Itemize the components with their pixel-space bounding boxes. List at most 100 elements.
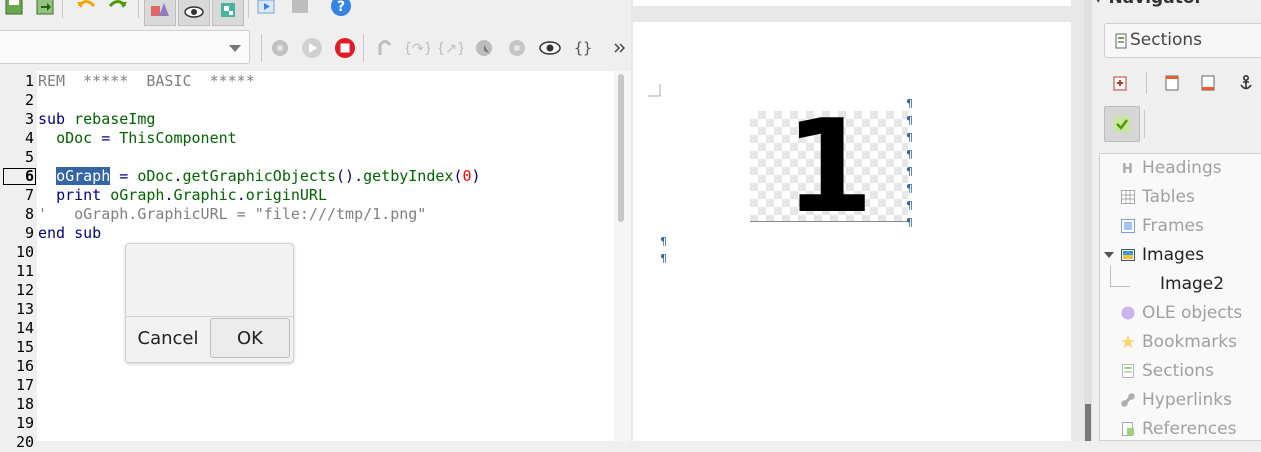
footer-icon[interactable] bbox=[1196, 71, 1220, 95]
step-out-icon[interactable]: {↗} bbox=[439, 36, 463, 60]
keyword: print bbox=[56, 186, 102, 204]
line-number: 13 bbox=[15, 300, 34, 318]
code-line-6[interactable]: oGraph = oDoc.getGraphicObjects().getbyI… bbox=[38, 167, 481, 186]
ok-button[interactable]: OK bbox=[210, 318, 290, 358]
find-parentheses-icon[interactable]: {} bbox=[571, 36, 595, 60]
svg-text:?: ? bbox=[337, 0, 345, 15]
operator: ) bbox=[471, 167, 481, 185]
tree-item-ole-objects[interactable]: OLE objects bbox=[1142, 303, 1242, 323]
keyword: sub bbox=[38, 110, 66, 128]
redo-icon[interactable] bbox=[106, 0, 130, 18]
watch-icon[interactable] bbox=[178, 0, 210, 26]
tree-connector bbox=[1110, 266, 1130, 287]
toggle-content-icon[interactable] bbox=[1104, 106, 1140, 142]
identifier: Graphic bbox=[173, 186, 237, 204]
navigator-title: ▾ Navigator bbox=[1094, 0, 1203, 8]
line-number: 20 bbox=[15, 433, 34, 451]
navigator-title-text: Navigator bbox=[1108, 0, 1202, 8]
run-icon[interactable] bbox=[300, 36, 324, 60]
macro-toolbar: {↷} {↗} {} bbox=[0, 28, 631, 68]
header-icon[interactable] bbox=[1160, 71, 1184, 95]
tree-item-bookmarks[interactable]: Bookmarks bbox=[1142, 332, 1237, 352]
pilcrow: ¶ bbox=[660, 252, 667, 265]
identifier: oDoc bbox=[56, 129, 93, 147]
more-options-icon[interactable] bbox=[610, 36, 630, 60]
pilcrow: ¶ bbox=[906, 148, 913, 161]
navigator-view-select[interactable]: Sections bbox=[1104, 23, 1261, 58]
anchor-icon[interactable] bbox=[1234, 71, 1258, 95]
tree-item-image2[interactable]: Image2 bbox=[1160, 274, 1224, 294]
step-into-icon[interactable] bbox=[373, 36, 397, 60]
export-icon[interactable] bbox=[33, 0, 57, 18]
tree-item-frames[interactable]: Frames bbox=[1142, 216, 1204, 236]
tree-item-headings[interactable]: Headings bbox=[1142, 158, 1222, 178]
tree-item-hyperlinks[interactable]: Hyperlinks bbox=[1142, 390, 1232, 410]
expand-arrow-icon[interactable] bbox=[1104, 250, 1114, 260]
identifier: originURL bbox=[245, 186, 327, 204]
line-number: 1 bbox=[24, 72, 34, 90]
save-icon[interactable] bbox=[2, 0, 26, 18]
sidebar-scrollbar[interactable] bbox=[1084, 0, 1092, 441]
breakpoint-icon[interactable] bbox=[472, 36, 496, 60]
ole-object-icon bbox=[1121, 306, 1135, 320]
pilcrow: ¶ bbox=[906, 165, 913, 178]
image-frame[interactable]: 1 bbox=[750, 93, 908, 242]
stop-icon[interactable] bbox=[333, 36, 357, 60]
pilcrow: ¶ bbox=[906, 97, 913, 110]
code-line-1[interactable]: REM ***** BASIC ***** bbox=[38, 72, 255, 91]
line-number: 9 bbox=[24, 224, 34, 242]
current-line-marker bbox=[3, 168, 36, 185]
code-line-9[interactable]: end sub bbox=[38, 224, 101, 243]
pilcrow: ¶ bbox=[906, 216, 913, 229]
identifier: oDoc bbox=[137, 167, 174, 185]
code-line-7[interactable]: print oGraph.Graphic.originURL bbox=[38, 186, 327, 205]
run-dialog-icon[interactable] bbox=[255, 0, 279, 18]
compile-icon[interactable] bbox=[268, 36, 292, 60]
operator: (). bbox=[336, 167, 364, 185]
object-catalog-icon[interactable] bbox=[212, 0, 244, 26]
cancel-button[interactable]: Cancel bbox=[126, 317, 210, 359]
stop-dialog-icon[interactable] bbox=[288, 0, 312, 18]
image-icon bbox=[1121, 249, 1135, 261]
step-over-icon[interactable]: {↷} bbox=[406, 36, 430, 60]
undo-icon[interactable] bbox=[74, 0, 98, 18]
insert-shapes-icon[interactable] bbox=[144, 0, 176, 26]
manage-breakpoints-icon[interactable] bbox=[505, 36, 529, 60]
tree-item-tables[interactable]: Tables bbox=[1142, 187, 1195, 207]
code-line-4[interactable]: oDoc = ThisComponent bbox=[38, 129, 237, 148]
line-number: 15 bbox=[15, 338, 34, 356]
line-number: 12 bbox=[15, 281, 34, 299]
number-literal: 0 bbox=[462, 167, 472, 185]
table-icon bbox=[1121, 190, 1135, 204]
navigator-view-value: Sections bbox=[1130, 30, 1203, 50]
standard-toolbar: ? bbox=[0, 0, 631, 26]
tree-item-sections[interactable]: Sections bbox=[1142, 361, 1214, 381]
code-line-3[interactable]: sub rebaseImg bbox=[38, 110, 155, 129]
pilcrow: ¶ bbox=[906, 199, 913, 212]
operator: = bbox=[110, 167, 138, 185]
svg-text:{↷}: {↷} bbox=[406, 41, 430, 57]
enable-watch-icon[interactable] bbox=[538, 36, 562, 60]
selected-text: oGraph bbox=[56, 167, 111, 185]
editor-scrollbar-thumb[interactable] bbox=[618, 74, 624, 222]
line-number: 8 bbox=[24, 205, 34, 223]
identifier: getGraphicObjects bbox=[182, 167, 337, 185]
line-number: 11 bbox=[15, 262, 34, 280]
ruler bbox=[633, 0, 1071, 6]
collapse-icon[interactable]: ▾ bbox=[1094, 0, 1108, 8]
section-icon bbox=[1122, 364, 1134, 378]
code-line-8[interactable]: ' oGraph.GraphicURL = "file:///tmp/1.png… bbox=[38, 205, 426, 224]
tree-item-images[interactable]: Images bbox=[1142, 245, 1204, 265]
sections-icon bbox=[1115, 33, 1127, 49]
identifier: oGraph bbox=[110, 186, 165, 204]
identifier: rebaseImg bbox=[74, 110, 156, 128]
tree-item-references[interactable]: References bbox=[1142, 419, 1236, 439]
line-number-gutter: 1 2 3 4 5 6 7 8 9 10 11 12 13 14 15 16 1… bbox=[0, 71, 37, 451]
sidebar-scrollbar-thumb[interactable] bbox=[1085, 404, 1091, 441]
line-number: 18 bbox=[15, 395, 34, 413]
insert-icon[interactable] bbox=[1109, 71, 1133, 95]
input-dialog: Cancel OK bbox=[125, 243, 294, 363]
corner-mark bbox=[648, 84, 661, 97]
operator: = bbox=[92, 129, 120, 147]
help-icon[interactable]: ? bbox=[329, 0, 353, 18]
